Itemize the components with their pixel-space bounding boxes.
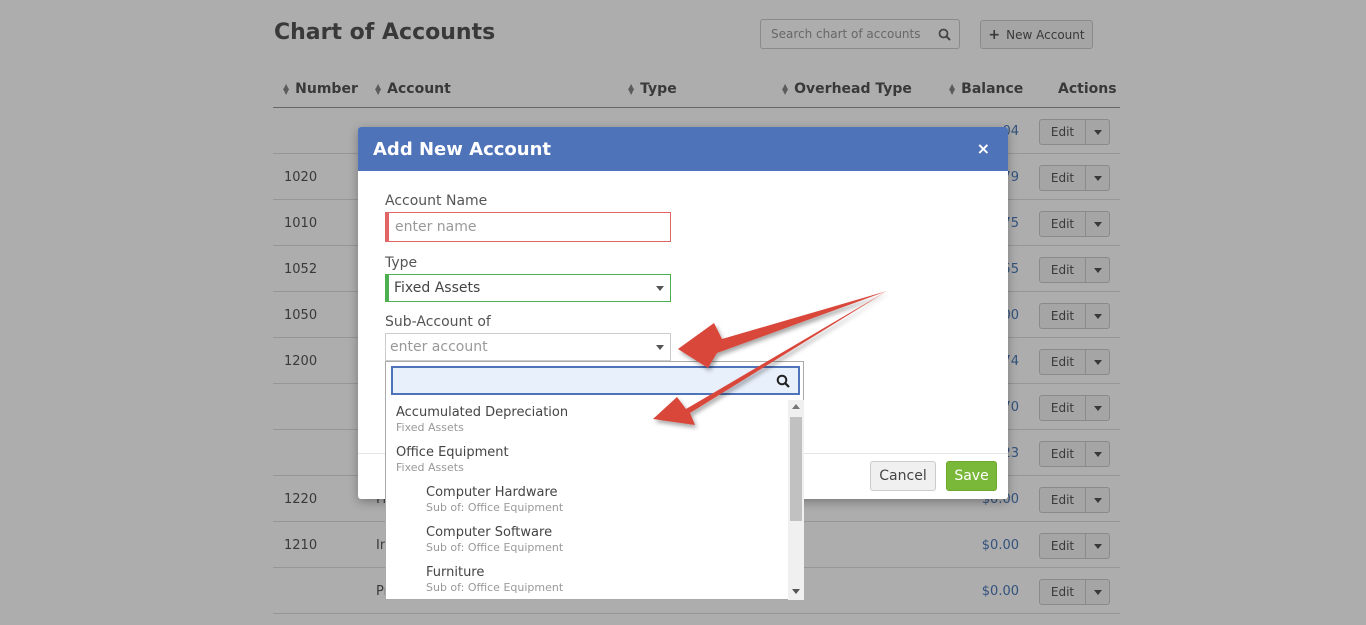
scroll-down-icon[interactable] (792, 589, 800, 594)
dropdown-search-input[interactable] (391, 366, 800, 395)
dropdown-option[interactable]: Furniture Sub of: Office Equipment (426, 565, 563, 594)
close-icon[interactable]: × (977, 139, 990, 158)
account-name-field[interactable] (385, 212, 671, 242)
chevron-down-icon (656, 345, 664, 350)
sub-account-select[interactable]: enter account (385, 333, 671, 361)
account-name-input[interactable] (389, 213, 670, 241)
option-subtitle: Fixed Assets (396, 421, 464, 434)
dropdown-list: Accumulated Depreciation Fixed Assets Of… (386, 400, 788, 600)
option-name: Office Equipment (396, 445, 509, 460)
scroll-up-icon[interactable] (792, 404, 800, 409)
option-subtitle: Sub of: Office Equipment (426, 581, 564, 594)
sub-account-label: Sub-Account of (385, 314, 491, 330)
save-button[interactable]: Save (946, 461, 997, 491)
type-select[interactable]: Fixed Assets (385, 274, 671, 302)
account-name-label: Account Name (385, 193, 488, 209)
scroll-thumb[interactable] (790, 417, 802, 521)
modal-title: Add New Account (373, 139, 552, 160)
search-icon (776, 373, 790, 392)
dropdown-option[interactable]: Computer Software Sub of: Office Equipme… (426, 525, 563, 554)
option-name: Computer Software (426, 525, 553, 540)
option-subtitle: Sub of: Office Equipment (426, 541, 564, 554)
option-name: Computer Hardware (426, 485, 558, 500)
sub-account-placeholder: enter account (390, 339, 488, 355)
type-select-value: Fixed Assets (394, 280, 481, 296)
sub-account-dropdown: Accumulated Depreciation Fixed Assets Of… (385, 361, 804, 600)
type-label: Type (385, 255, 418, 271)
dropdown-option[interactable]: Accumulated Depreciation Fixed Assets (396, 405, 568, 434)
option-subtitle: Fixed Assets (396, 461, 464, 474)
dropdown-option[interactable]: Computer Hardware Sub of: Office Equipme… (426, 485, 563, 514)
option-name: Accumulated Depreciation (396, 405, 569, 420)
option-subtitle: Sub of: Office Equipment (426, 501, 564, 514)
dropdown-option[interactable]: Office Equipment Fixed Assets (396, 445, 509, 474)
dropdown-scrollbar[interactable] (788, 400, 804, 600)
option-name: Furniture (426, 565, 485, 580)
modal-header: Add New Account × (358, 127, 1008, 171)
chevron-down-icon (656, 286, 664, 291)
cancel-button[interactable]: Cancel (870, 461, 936, 491)
